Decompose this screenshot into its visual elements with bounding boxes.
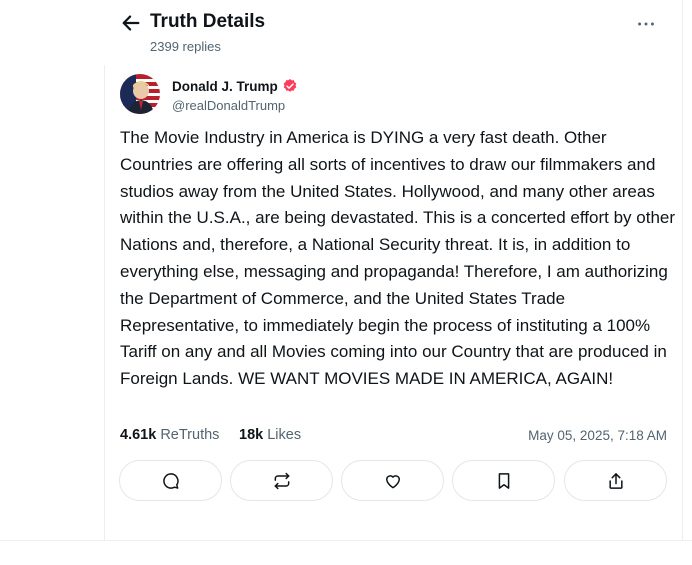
- reply-icon: [162, 472, 179, 489]
- more-horizontal-icon: [638, 22, 654, 26]
- reply-button[interactable]: [119, 460, 222, 501]
- thread-divider-left: [104, 65, 105, 540]
- likes-label: Likes: [267, 427, 302, 443]
- post-stats: 4.61k ReTruths 18k Likes May 05, 2025, 7…: [120, 427, 667, 447]
- post-author: Donald J. Trump @realDonaldTrump: [120, 74, 520, 116]
- author-name-row: Donald J. Trump: [172, 78, 298, 94]
- author-display-name[interactable]: Donald J. Trump: [172, 79, 278, 94]
- share-icon: [608, 472, 623, 489]
- retruths-label: ReTruths: [160, 427, 220, 443]
- like-icon: [385, 474, 400, 488]
- post-timestamp: May 05, 2025, 7:18 AM: [528, 428, 667, 443]
- post-actions: [119, 460, 667, 501]
- detail-header: Truth Details 2399 replies: [120, 10, 660, 60]
- retruth-icon: [274, 472, 289, 489]
- bookmark-icon: [498, 472, 509, 489]
- likes-stat[interactable]: 18k Likes: [239, 427, 301, 443]
- more-options-button[interactable]: [632, 10, 660, 38]
- author-handle[interactable]: @realDonaldTrump: [172, 98, 285, 113]
- page-title: Truth Details: [150, 11, 266, 32]
- verified-badge-icon: [283, 79, 297, 92]
- thread-divider-right: [682, 0, 683, 540]
- retruths-stat[interactable]: 4.61k ReTruths: [120, 427, 219, 443]
- share-button[interactable]: [564, 460, 667, 501]
- retruth-button[interactable]: [230, 460, 333, 501]
- avatar[interactable]: [120, 74, 160, 114]
- arrow-left-icon: [122, 15, 140, 31]
- like-button[interactable]: [341, 460, 444, 501]
- post-text: The Movie Industry in America is DYING a…: [120, 128, 676, 389]
- bookmark-button[interactable]: [452, 460, 555, 501]
- back-button[interactable]: [120, 12, 142, 34]
- likes-count: 18k: [239, 427, 264, 443]
- reply-count: 2399 replies: [150, 39, 221, 54]
- retruths-count: 4.61k: [120, 427, 157, 443]
- avatar-image: [120, 74, 160, 114]
- thread-divider-bottom: [0, 540, 692, 541]
